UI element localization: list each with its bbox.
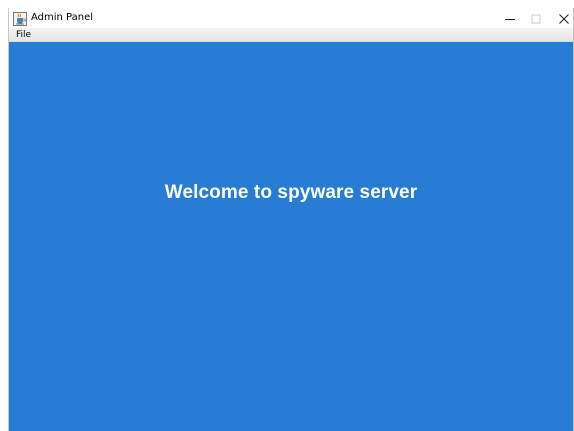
main-content-panel: Welcome to spyware server bbox=[9, 42, 573, 431]
admin-panel-window: Admin Panel File Welcome to spyware serv… bbox=[8, 8, 574, 431]
menu-item-file[interactable]: File bbox=[16, 29, 31, 41]
window-title: Admin Panel bbox=[31, 12, 94, 23]
title-bar[interactable]: Admin Panel bbox=[9, 8, 573, 28]
java-cup-icon bbox=[13, 11, 27, 26]
menu-bar: File bbox=[9, 28, 573, 42]
close-icon bbox=[559, 9, 569, 28]
welcome-message: Welcome to spyware server bbox=[164, 182, 418, 203]
minimize-icon bbox=[505, 9, 515, 28]
close-button[interactable] bbox=[547, 8, 574, 28]
maximize-icon bbox=[531, 9, 541, 28]
